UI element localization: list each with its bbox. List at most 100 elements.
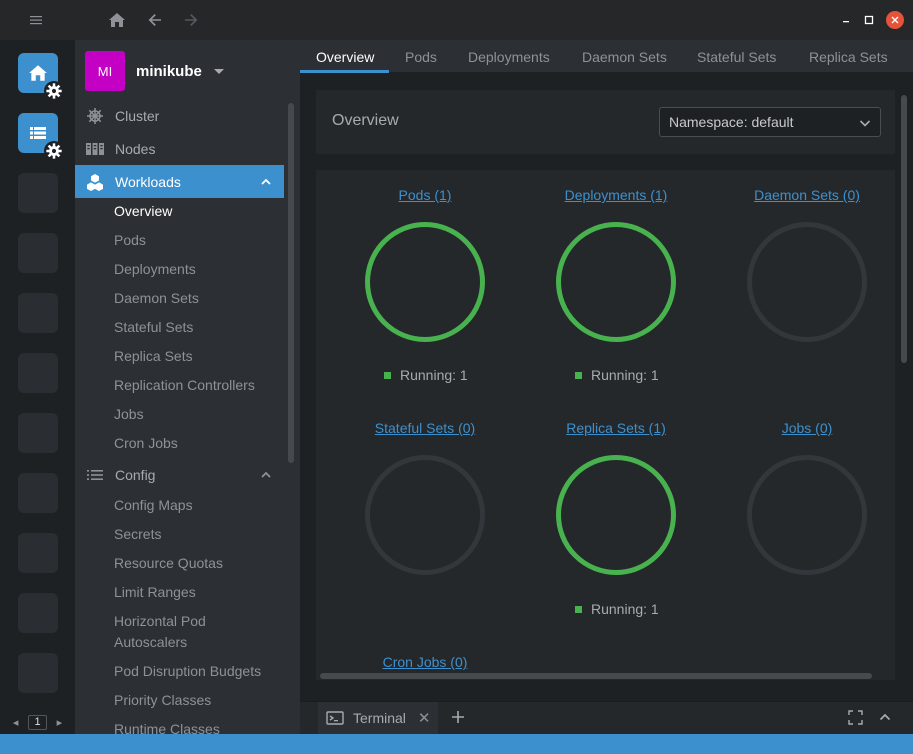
- caret-down-icon: [213, 68, 224, 74]
- forward-arrow-icon[interactable]: [181, 10, 201, 30]
- sidebar-item-config[interactable]: Config: [75, 458, 284, 491]
- terminal-tab[interactable]: Terminal ✕: [318, 702, 439, 734]
- gear-icon: [44, 81, 64, 101]
- cluster-name: minikube: [136, 62, 202, 80]
- minimize-icon[interactable]: [838, 12, 854, 28]
- list-icon: [75, 468, 115, 482]
- replica-sets-card-title[interactable]: Replica Sets (1): [521, 420, 711, 436]
- namespace-select[interactable]: Namespace: default: [659, 107, 881, 137]
- back-arrow-icon[interactable]: [145, 10, 165, 30]
- sidebar-subitem-replica-sets[interactable]: Replica Sets: [114, 346, 279, 367]
- close-icon[interactable]: [886, 11, 904, 29]
- tab-stateful-sets[interactable]: Stateful Sets: [697, 40, 776, 73]
- fullscreen-icon[interactable]: [848, 710, 863, 730]
- sidebar-subitem-hpa[interactable]: Horizontal Pod Autoscalers: [114, 611, 224, 653]
- replica-sets-status-ring: [556, 455, 676, 575]
- main-content: Overview Namespace: default Pods (1) Run…: [300, 73, 913, 701]
- main-scrollbar-horizontal[interactable]: [320, 673, 872, 679]
- terminal-icon: [326, 711, 344, 725]
- daemon-sets-card-title[interactable]: Daemon Sets (0): [712, 187, 902, 203]
- tab-pods[interactable]: Pods: [405, 40, 437, 73]
- close-icon[interactable]: ✕: [418, 709, 431, 727]
- workloads-icon: [75, 173, 115, 191]
- cron-jobs-card-title[interactable]: Cron Jobs (0): [330, 654, 520, 670]
- caret-left-icon[interactable]: ◂: [13, 716, 19, 729]
- title-bar: [0, 0, 913, 40]
- tab-bar: Overview Pods Deployments Daemon Sets St…: [300, 40, 913, 73]
- sidebar-subitem-replication-controllers[interactable]: Replication Controllers: [114, 375, 279, 396]
- sidebar-subitem-overview[interactable]: Overview: [114, 201, 279, 222]
- tab-daemon-sets[interactable]: Daemon Sets: [582, 40, 667, 73]
- hotbar-pager: ◂ 1 ▸: [0, 710, 75, 734]
- page-title: Overview: [332, 112, 399, 129]
- legend-label: Running: 1: [591, 601, 659, 617]
- sidebar-subitem-pod-disruption-budgets[interactable]: Pod Disruption Budgets: [114, 661, 279, 682]
- home-icon: [29, 65, 47, 81]
- hotbar: ◂ 1 ▸: [0, 40, 75, 734]
- sidebar-subitem-secrets[interactable]: Secrets: [114, 524, 279, 545]
- sidebar-item-label: Nodes: [115, 140, 156, 157]
- chevron-up-icon[interactable]: [260, 175, 272, 191]
- stateful-sets-status-ring: [365, 455, 485, 575]
- sidebar-subitem-deployments[interactable]: Deployments: [114, 259, 279, 280]
- jobs-card-title[interactable]: Jobs (0): [712, 420, 902, 436]
- chevron-down-icon: [858, 116, 872, 133]
- deployments-card-title[interactable]: Deployments (1): [521, 187, 711, 203]
- hotbar-empty-slot[interactable]: [18, 353, 58, 393]
- sidebar-subitem-runtime-classes[interactable]: Runtime Classes: [114, 719, 279, 734]
- running-dot-icon: [575, 605, 582, 613]
- workloads-overview-panel: Pods (1) Running: 1 Deployments (1) Runn…: [316, 170, 895, 680]
- sidebar-item-cluster[interactable]: Cluster: [75, 99, 284, 132]
- replica-sets-legend: Running: 1: [575, 601, 659, 617]
- overview-header: Overview Namespace: default: [316, 90, 895, 154]
- sidebar-subitem-limit-ranges[interactable]: Limit Ranges: [114, 582, 279, 603]
- maximize-icon[interactable]: [861, 12, 877, 28]
- menu-icon[interactable]: [28, 12, 44, 28]
- tab-replica-sets[interactable]: Replica Sets: [809, 40, 888, 73]
- pods-legend: Running: 1: [384, 367, 468, 383]
- stateful-sets-card-title[interactable]: Stateful Sets (0): [330, 420, 520, 436]
- nodes-icon: [75, 142, 115, 156]
- cluster-selector[interactable]: MI minikube: [85, 51, 224, 91]
- namespace-select-value: Namespace: default: [669, 114, 794, 130]
- hotbar-empty-slot[interactable]: [18, 593, 58, 633]
- daemon-sets-status-ring: [747, 222, 867, 342]
- pods-card-title[interactable]: Pods (1): [330, 187, 520, 203]
- sidebar-subitem-resource-quotas[interactable]: Resource Quotas: [114, 553, 279, 574]
- hotbar-empty-slot[interactable]: [18, 653, 58, 693]
- sidebar-subitem-config-maps[interactable]: Config Maps: [114, 495, 279, 516]
- new-tab-icon[interactable]: [450, 709, 466, 730]
- hotbar-empty-slot[interactable]: [18, 413, 58, 453]
- sidebar-subitem-daemon-sets[interactable]: Daemon Sets: [114, 288, 279, 309]
- sidebar-scrollbar[interactable]: [288, 103, 294, 463]
- sidebar-subitem-jobs[interactable]: Jobs: [114, 404, 279, 425]
- sidebar-item-nodes[interactable]: Nodes: [75, 132, 284, 165]
- sidebar-subitem-stateful-sets[interactable]: Stateful Sets: [114, 317, 279, 338]
- deployments-legend: Running: 1: [575, 367, 659, 383]
- sidebar-item-label: Config: [115, 466, 156, 483]
- sidebar-item-label: Workloads: [115, 173, 181, 190]
- chevron-up-icon[interactable]: [878, 710, 892, 729]
- tab-deployments[interactable]: Deployments: [468, 40, 550, 73]
- main-scrollbar-vertical[interactable]: [901, 95, 907, 363]
- tab-overview[interactable]: Overview: [316, 40, 374, 73]
- home-icon[interactable]: [107, 10, 127, 30]
- hotbar-empty-slot[interactable]: [18, 293, 58, 333]
- deployments-status-ring: [556, 222, 676, 342]
- sidebar-subitem-cron-jobs[interactable]: Cron Jobs: [114, 433, 279, 454]
- sidebar-item-label: Cluster: [115, 107, 160, 124]
- hotbar-empty-slot[interactable]: [18, 173, 58, 213]
- hotbar-empty-slot[interactable]: [18, 473, 58, 513]
- chevron-up-icon[interactable]: [260, 468, 272, 484]
- bottom-dock: Terminal ✕: [300, 701, 913, 734]
- catalog-icon: [30, 127, 46, 139]
- jobs-status-ring: [747, 455, 867, 575]
- sidebar-subitem-pods[interactable]: Pods: [114, 230, 279, 251]
- sidebar-item-workloads[interactable]: Workloads: [75, 165, 284, 198]
- hotbar-page-number: 1: [28, 714, 47, 730]
- hotbar-empty-slot[interactable]: [18, 533, 58, 573]
- sidebar-subitem-priority-classes[interactable]: Priority Classes: [114, 690, 279, 711]
- caret-right-icon[interactable]: ▸: [57, 716, 63, 729]
- hotbar-empty-slot[interactable]: [18, 233, 58, 273]
- running-dot-icon: [384, 371, 391, 379]
